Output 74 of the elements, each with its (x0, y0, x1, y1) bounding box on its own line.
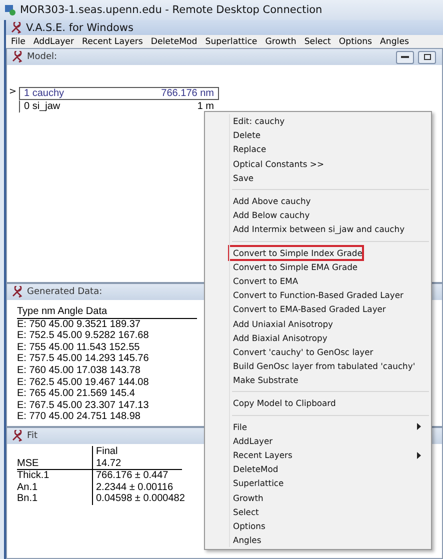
menu-item[interactable]: Angles (229, 533, 429, 548)
table-cell: 2.2344 ± 0.00116 (92, 482, 182, 493)
menu-item[interactable]: Convert to Function-Based Graded Layer (229, 288, 429, 302)
menu-item[interactable]: File (229, 420, 429, 434)
menu-item[interactable]: Convert 'cauchy' to GenOsc layer (229, 344, 429, 359)
panel-title: Fit (27, 431, 38, 441)
maximize-button[interactable] (418, 50, 436, 64)
remote-desktop-icon (4, 4, 16, 16)
menu-item[interactable]: Growth (229, 490, 429, 505)
menu-item[interactable]: Add Above cauchy (229, 194, 429, 208)
panel-title: Generated Data: (27, 287, 102, 297)
submenu-arrow-icon (417, 423, 421, 430)
table-cell-text: Thick.1 (17, 470, 50, 482)
menu-item[interactable]: Angles (380, 36, 409, 47)
menu-item[interactable]: DeleteMod (229, 462, 429, 476)
menu-item[interactable]: Recent Layers (82, 36, 143, 47)
data-row: E: 767.5 45.00 23.307 147.13 (17, 400, 149, 412)
table-cell-text: An.1 (17, 482, 39, 493)
table-cell: 0.04598 ± 0.000482 (92, 493, 182, 504)
panel-title: Model: (27, 52, 58, 62)
window-title: MOR303-1.seas.upenn.edu - Remote Desktop Connection (20, 4, 322, 16)
table-cell: MSE (17, 458, 92, 470)
menu-item[interactable]: Recent Layers (229, 448, 429, 462)
table-cell: 14.72 (92, 458, 182, 470)
current-layer-marker: > (9, 87, 18, 99)
menu-item[interactable]: Add Below cauchy (229, 208, 429, 222)
menu-item[interactable]: DeleteMod (150, 36, 198, 47)
menu-item[interactable]: Select (304, 36, 331, 47)
data-row: E: 755 45.00 11.543 152.55 (17, 342, 140, 354)
menu-item[interactable]: Convert to EMA-Based Graded Layer (229, 302, 429, 316)
app-logo-icon (10, 22, 22, 34)
minimize-icon (401, 56, 409, 58)
menu-item[interactable]: Save (229, 170, 429, 185)
menu-item[interactable]: Growth (265, 36, 296, 47)
data-row: E: 770 45.00 24.751 148.98 (17, 411, 140, 423)
app-title: V.A.S.E. for Windows (26, 22, 134, 34)
data-row: E: 752.5 45.00 9.5282 167.68 (17, 330, 149, 342)
data-header: Type nm Angle Data (17, 306, 197, 319)
menu-item[interactable]: Options (338, 36, 372, 47)
menu-item[interactable]: Add Biaxial Anisotropy (229, 330, 429, 345)
menu-item[interactable]: Optical Constants >> (229, 156, 429, 171)
data-row: E: 760 45.00 17.038 143.78 (17, 364, 140, 377)
menu-item[interactable]: Superlattice (205, 36, 258, 47)
panel-logo-icon (11, 51, 23, 63)
menu-item[interactable]: AddLayer (33, 36, 74, 47)
table-cell-text: Bn.1 (17, 493, 39, 504)
menu-item[interactable]: Convert to Simple Index Grade (229, 246, 363, 260)
menu-item[interactable]: Add Uniaxial Anisotropy (229, 316, 429, 331)
menu-item[interactable]: Copy Model to Clipboard (229, 396, 429, 411)
menu-item[interactable]: Select (229, 504, 429, 519)
data-row: E: 757.5 45.00 14.293 145.76 (17, 353, 149, 365)
column-header: Final (92, 446, 182, 458)
menu-item[interactable]: Options (229, 518, 429, 534)
menu-item[interactable]: File (11, 36, 26, 47)
minimize-button[interactable] (396, 50, 414, 64)
maximize-icon (424, 54, 430, 60)
panel-logo-icon (11, 430, 23, 442)
menu-item[interactable]: Delete (229, 128, 429, 142)
menu-item[interactable]: Convert to EMA (229, 274, 429, 288)
submenu-arrow-icon (417, 452, 421, 459)
menu-item[interactable]: Add Intermix between si_jaw and cauchy (229, 222, 429, 236)
menu-item[interactable]: Superlattice (229, 476, 429, 490)
data-row: E: 762.5 45.00 19.467 144.08 (17, 376, 149, 388)
data-row: E: 750 45.00 9.3521 189.37 (17, 318, 140, 330)
menu-item[interactable]: Make Substrate (229, 373, 429, 388)
data-row: E: 765 45.00 21.569 145.4 (17, 388, 135, 400)
menu-item[interactable]: AddLayer (229, 434, 429, 448)
table-cell: 766.176 ± 0.447 (92, 470, 182, 482)
panel-logo-icon (11, 286, 23, 298)
menu-item[interactable]: Build GenOsc layer from tabulated 'cauchy' (229, 359, 429, 374)
menu-item[interactable]: Edit: cauchy (229, 114, 429, 128)
layer-row[interactable]: 1 cauchy 766.176 nm (19, 87, 219, 100)
menu-item[interactable]: Replace (229, 142, 429, 157)
menu-item[interactable]: Convert to Simple EMA Grade (229, 260, 429, 274)
